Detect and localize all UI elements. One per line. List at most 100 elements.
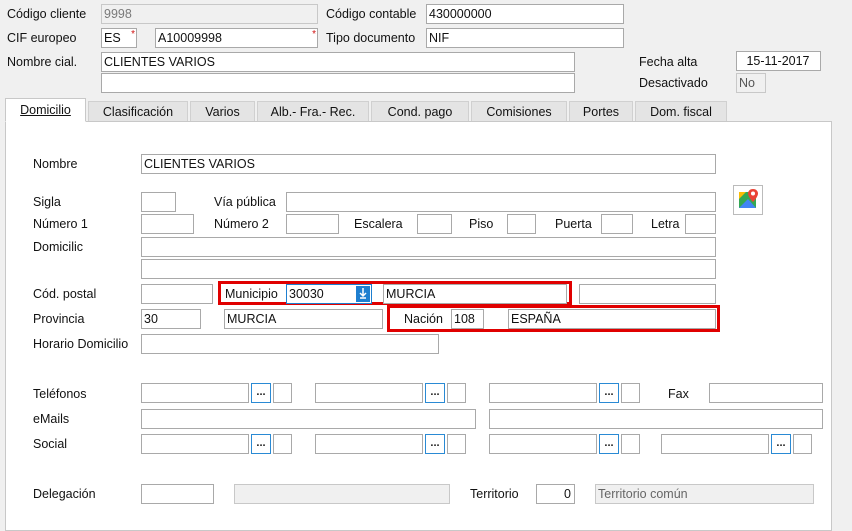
- numero2-label: Número 2: [214, 217, 269, 231]
- nacion-code-field[interactable]: 108: [451, 309, 484, 329]
- escalera-field[interactable]: [417, 214, 452, 234]
- social-ext-3[interactable]: [621, 434, 640, 454]
- cif-number-field[interactable]: A10009998: [155, 28, 318, 48]
- social-4-more-button[interactable]: ...: [771, 434, 791, 454]
- cif-europeo-label: CIF europeo: [7, 31, 77, 45]
- municipio-label: Municipio: [225, 287, 278, 301]
- tab-portes-label: Portes: [582, 105, 620, 119]
- nacion-name-field[interactable]: ESPAÑA: [508, 309, 716, 329]
- tab-comisiones-label: Comisiones: [486, 105, 552, 119]
- tab-alb-fra-rec-label: Alb.- Fra.- Rec.: [270, 105, 356, 119]
- social-1-more-button[interactable]: ...: [251, 434, 271, 454]
- delegacion-label: Delegación: [33, 487, 96, 501]
- social-ext-1[interactable]: [273, 434, 292, 454]
- nacion-label: Nación: [404, 312, 443, 326]
- social-2-more-button[interactable]: ...: [425, 434, 445, 454]
- tipo-documento-field[interactable]: NIF: [426, 28, 624, 48]
- tab-dom-fiscal-label: Dom. fiscal: [650, 105, 712, 119]
- domicilio-field-2[interactable]: [141, 259, 716, 279]
- fax-field[interactable]: [709, 383, 823, 403]
- social-field-2[interactable]: [315, 434, 423, 454]
- domicilio-field[interactable]: [141, 237, 716, 257]
- tab-alb-fra-rec[interactable]: Alb.- Fra.- Rec.: [257, 101, 369, 121]
- territorio-name-field: Territorio común: [595, 484, 814, 504]
- telefono-ext-2[interactable]: [447, 383, 466, 403]
- desactivado-label: Desactivado: [639, 76, 708, 90]
- telefono-ext-1[interactable]: [273, 383, 292, 403]
- social-field-1[interactable]: [141, 434, 249, 454]
- delegacion-name-field: [234, 484, 450, 504]
- telefono-2-more-button[interactable]: ...: [425, 383, 445, 403]
- email-field-1[interactable]: [141, 409, 476, 429]
- nombre-cial-field-2[interactable]: [101, 73, 575, 93]
- tipo-documento-label: Tipo documento: [326, 31, 416, 45]
- tab-comisiones[interactable]: Comisiones: [471, 101, 567, 121]
- social-ext-4[interactable]: [793, 434, 812, 454]
- social-3-more-button[interactable]: ...: [599, 434, 619, 454]
- map-button[interactable]: [733, 185, 763, 215]
- cif-country-field[interactable]: ES: [101, 28, 137, 48]
- numero1-field[interactable]: [141, 214, 194, 234]
- telefono-3-more-button[interactable]: ...: [599, 383, 619, 403]
- codigo-contable-label: Código contable: [326, 7, 417, 21]
- via-publica-label: Vía pública: [214, 195, 276, 209]
- telefono-field-1[interactable]: [141, 383, 249, 403]
- municipio-dropdown-button[interactable]: [356, 286, 370, 302]
- tab-domicilio[interactable]: Domicilio: [5, 98, 86, 122]
- numero2-field[interactable]: [286, 214, 339, 234]
- provincia-name-field[interactable]: MURCIA: [224, 309, 383, 329]
- territorio-label: Territorio: [470, 487, 519, 501]
- telefono-ext-3[interactable]: [621, 383, 640, 403]
- letra-field[interactable]: [685, 214, 716, 234]
- horario-label: Horario Domicilio: [33, 337, 129, 351]
- tab-varios-label: Varios: [205, 105, 240, 119]
- tab-clasificacion-label: Clasificación: [102, 105, 174, 119]
- social-label: Social: [33, 437, 68, 451]
- delegacion-code-field[interactable]: [141, 484, 214, 504]
- social-field-3[interactable]: [489, 434, 597, 454]
- cod-postal-field[interactable]: [141, 284, 213, 304]
- sigla-label: Sigla: [33, 195, 61, 209]
- puerta-label: Puerta: [555, 217, 592, 231]
- telefono-field-2[interactable]: [315, 383, 423, 403]
- nombre-label: Nombre: [33, 157, 78, 171]
- telefono-1-more-button[interactable]: ...: [251, 383, 271, 403]
- provincia-code-field[interactable]: 30: [141, 309, 201, 329]
- letra-label: Letra: [651, 217, 680, 231]
- fecha-alta-field[interactable]: 15-11-2017: [736, 51, 821, 71]
- arrow-down-icon: [359, 288, 367, 299]
- tab-varios[interactable]: Varios: [190, 101, 255, 121]
- telefono-field-3[interactable]: [489, 383, 597, 403]
- nombre-field[interactable]: CLIENTES VARIOS: [141, 154, 716, 174]
- codigo-contable-field[interactable]: 430000000: [426, 4, 624, 24]
- via-publica-field[interactable]: [286, 192, 716, 212]
- municipio-name-field[interactable]: MURCIA: [383, 284, 567, 304]
- piso-field[interactable]: [507, 214, 536, 234]
- social-field-4[interactable]: [661, 434, 769, 454]
- tab-clasificacion[interactable]: Clasificación: [88, 101, 188, 121]
- codigo-cliente-field[interactable]: 9998: [101, 4, 318, 24]
- horario-field[interactable]: [141, 334, 439, 354]
- escalera-label: Escalera: [354, 217, 403, 231]
- cod-postal-label: Cód. postal: [33, 287, 97, 301]
- tab-cond-pago-label: Cond. pago: [387, 105, 453, 119]
- tab-domicilio-label: Domicilio: [20, 103, 71, 117]
- email-field-2[interactable]: [489, 409, 823, 429]
- codigo-cliente-label: Código cliente: [7, 7, 87, 21]
- puerta-field[interactable]: [601, 214, 633, 234]
- tab-portes[interactable]: Portes: [569, 101, 633, 121]
- cod-postal-extra-field[interactable]: [579, 284, 716, 304]
- numero1-label: Número 1: [33, 217, 88, 231]
- map-pin-icon: [739, 189, 758, 208]
- provincia-label: Provincia: [33, 312, 85, 326]
- desactivado-field[interactable]: No: [736, 73, 766, 93]
- fecha-alta-label: Fecha alta: [639, 55, 698, 69]
- sigla-field[interactable]: [141, 192, 176, 212]
- tab-dom-fiscal[interactable]: Dom. fiscal: [635, 101, 727, 121]
- piso-label: Piso: [469, 217, 494, 231]
- social-ext-2[interactable]: [447, 434, 466, 454]
- territorio-code-field[interactable]: 0: [536, 484, 575, 504]
- tab-cond-pago[interactable]: Cond. pago: [371, 101, 469, 121]
- telefonos-label: Teléfonos: [33, 387, 87, 401]
- nombre-cial-field[interactable]: CLIENTES VARIOS: [101, 52, 575, 72]
